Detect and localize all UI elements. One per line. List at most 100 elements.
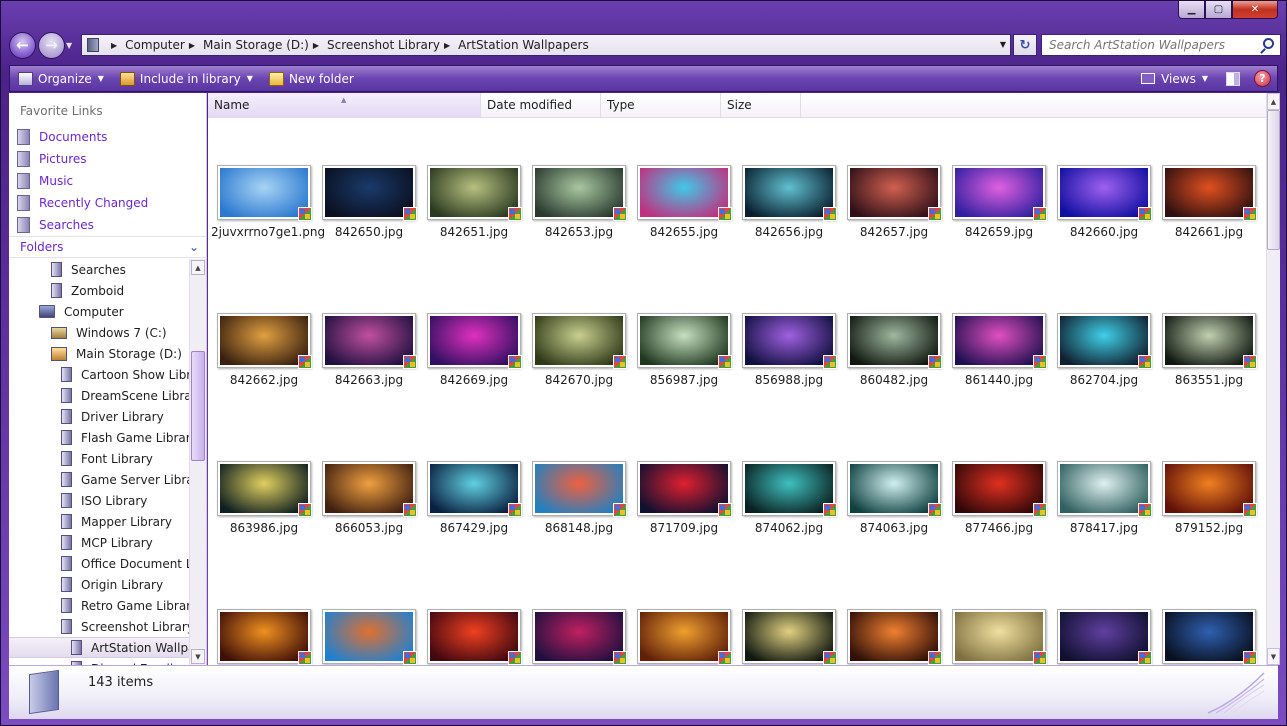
file-item[interactable]: 863986.jpg — [211, 461, 312, 561]
file-item[interactable] — [736, 609, 837, 665]
file-item[interactable]: 871709.jpg — [631, 461, 732, 561]
file-item[interactable]: 856988.jpg — [736, 313, 837, 413]
tree-item[interactable]: Searches — [9, 259, 190, 280]
scroll-up-button[interactable]: ▲ — [191, 260, 205, 275]
views-button[interactable]: Views ▼ — [1141, 66, 1208, 91]
file-item[interactable]: 842662.jpg — [211, 313, 312, 413]
column-size[interactable]: Size — [721, 93, 801, 118]
tree-item[interactable]: DreamScene Library — [9, 385, 190, 406]
tree-item[interactable]: Retro Game Library — [9, 595, 190, 616]
tree-item[interactable]: Zomboid — [9, 280, 190, 301]
tree-item[interactable]: Flash Game Library — [9, 427, 190, 448]
scroll-down-button[interactable]: ▼ — [1267, 648, 1280, 665]
file-item[interactable]: 2juvxrrno7ge1.png — [211, 165, 325, 265]
organize-button[interactable]: Organize ▼ — [10, 66, 112, 91]
file-item[interactable]: 842650.jpg — [316, 165, 417, 265]
file-item[interactable]: 862704.jpg — [1051, 313, 1152, 413]
file-item[interactable] — [946, 609, 1047, 665]
file-item[interactable]: 856987.jpg — [631, 313, 732, 413]
file-item[interactable]: 842651.jpg — [421, 165, 522, 265]
file-item[interactable]: 874063.jpg — [841, 461, 942, 561]
breadcrumb-chevron-icon[interactable]: ▶ — [189, 41, 195, 50]
refresh-button[interactable]: ↻ — [1013, 34, 1037, 56]
file-item[interactable]: 842657.jpg — [841, 165, 942, 265]
tree-item[interactable]: MCP Library — [9, 532, 190, 553]
breadcrumb-chevron-icon[interactable]: ▶ — [111, 41, 117, 50]
include-in-library-button[interactable]: Include in library ▼ — [112, 66, 261, 91]
tree-item[interactable]: Main Storage (D:) — [9, 343, 190, 364]
tree-item[interactable]: Origin Library — [9, 574, 190, 595]
tree-item[interactable]: Driver Library — [9, 406, 190, 427]
tree-item[interactable]: Office Document Library — [9, 553, 190, 574]
file-item[interactable]: 878417.jpg — [1051, 461, 1152, 561]
preview-pane-icon[interactable] — [1226, 71, 1240, 86]
breadcrumb-screenshot-library[interactable]: Screenshot Library — [327, 38, 440, 52]
new-folder-button[interactable]: New folder — [261, 66, 362, 91]
tree-item[interactable]: ArtStation Wallpapers — [9, 637, 190, 658]
search-input[interactable] — [1042, 35, 1252, 55]
tree-item[interactable]: Discord Emoji — [9, 658, 190, 665]
file-item[interactable]: 842659.jpg — [946, 165, 1047, 265]
file-item[interactable]: 867429.jpg — [421, 461, 522, 561]
tree-item[interactable]: Screenshot Library — [9, 616, 190, 637]
column-date-modified[interactable]: Date modified — [481, 93, 601, 118]
file-item[interactable]: 879152.jpg — [1156, 461, 1257, 561]
scroll-down-button[interactable]: ▼ — [191, 649, 205, 664]
file-item[interactable]: 842656.jpg — [736, 165, 837, 265]
tree-item[interactable]: ISO Library — [9, 490, 190, 511]
file-item[interactable] — [421, 609, 522, 665]
address-dropdown-icon[interactable]: ▼ — [1000, 40, 1006, 49]
favorite-recently-changed[interactable]: Recently Changed — [17, 192, 148, 214]
file-item[interactable]: 863551.jpg — [1156, 313, 1257, 413]
tree-item[interactable]: Mapper Library — [9, 511, 190, 532]
file-item[interactable]: 861440.jpg — [946, 313, 1047, 413]
tree-item[interactable]: Computer — [9, 301, 190, 322]
file-item[interactable]: 866053.jpg — [316, 461, 417, 561]
file-item[interactable] — [841, 609, 942, 665]
forward-button[interactable]: → — [38, 31, 65, 59]
tree-item[interactable]: Font Library — [9, 448, 190, 469]
column-name[interactable]: Name ▲ — [208, 93, 481, 118]
breadcrumb-computer[interactable]: Computer — [125, 38, 185, 52]
file-item[interactable]: 842663.jpg — [316, 313, 417, 413]
file-item[interactable] — [211, 609, 312, 665]
file-item[interactable]: 842670.jpg — [526, 313, 627, 413]
tree-item[interactable]: Windows 7 (C:) — [9, 322, 190, 343]
search-icon[interactable] — [1263, 38, 1274, 49]
folder-tree-scrollbar[interactable]: ▲ ▼ — [189, 259, 206, 665]
favorite-searches[interactable]: Searches — [17, 214, 148, 236]
favorite-music[interactable]: Music — [17, 170, 148, 192]
scroll-thumb[interactable] — [1267, 110, 1280, 250]
file-item[interactable]: 868148.jpg — [526, 461, 627, 561]
file-item[interactable] — [1051, 609, 1152, 665]
file-item[interactable]: 842669.jpg — [421, 313, 522, 413]
breadcrumb-artstation-wallpapers[interactable]: ArtStation Wallpapers — [458, 38, 589, 52]
minimize-button[interactable]: ▁ — [1178, 1, 1205, 19]
scroll-thumb[interactable] — [191, 351, 205, 461]
close-button[interactable]: ✕ — [1232, 1, 1278, 19]
file-item[interactable]: 860482.jpg — [841, 313, 942, 413]
back-button[interactable]: ← — [9, 31, 36, 59]
file-item[interactable]: 874062.jpg — [736, 461, 837, 561]
file-list-scrollbar[interactable]: ▲ ▼ — [1266, 93, 1280, 665]
column-type[interactable]: Type — [601, 93, 721, 118]
breadcrumb-main-storage[interactable]: Main Storage (D:) — [203, 38, 309, 52]
file-item[interactable]: 842660.jpg — [1051, 165, 1152, 265]
favorite-pictures[interactable]: Pictures — [17, 148, 148, 170]
folders-toggle[interactable]: Folders ⌄ — [9, 236, 207, 258]
file-item[interactable] — [631, 609, 732, 665]
file-item[interactable]: 877466.jpg — [946, 461, 1047, 561]
file-item[interactable]: 842655.jpg — [631, 165, 732, 265]
file-item[interactable] — [316, 609, 417, 665]
file-item[interactable] — [1156, 609, 1257, 665]
maximize-button[interactable]: ▢ — [1205, 1, 1232, 19]
file-item[interactable]: 842661.jpg — [1156, 165, 1257, 265]
address-bar[interactable]: ▶ Computer ▶ Main Storage (D:) ▶ Screens… — [81, 34, 1011, 56]
help-icon[interactable]: ? — [1254, 70, 1271, 87]
file-item[interactable] — [526, 609, 627, 665]
recent-pages-dropdown[interactable]: ▼ — [66, 41, 78, 50]
tree-item[interactable]: Game Server Library — [9, 469, 190, 490]
breadcrumb-chevron-icon[interactable]: ▶ — [313, 41, 319, 50]
file-item[interactable]: 842653.jpg — [526, 165, 627, 265]
favorite-documents[interactable]: Documents — [17, 126, 148, 148]
